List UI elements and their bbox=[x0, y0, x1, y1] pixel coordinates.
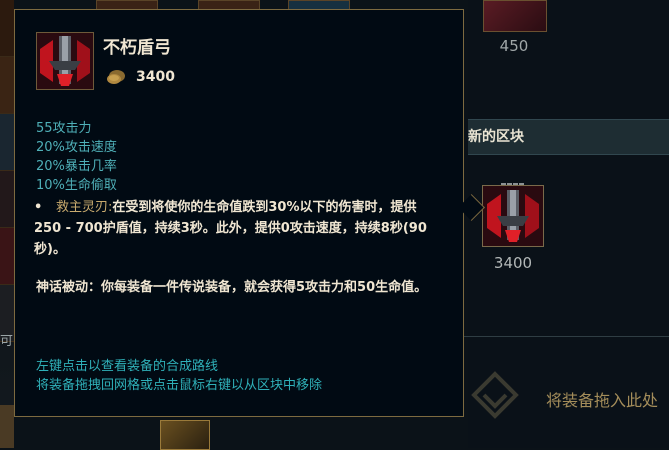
hint-line: 左键点击以查看装备的合成路线 bbox=[36, 359, 219, 374]
left-item-slot[interactable] bbox=[0, 171, 14, 228]
set-item-slot-top[interactable] bbox=[483, 0, 547, 32]
left-item-slot[interactable] bbox=[0, 114, 14, 171]
stat-line: 20%攻击速度 bbox=[36, 140, 117, 155]
left-partial-label: 可 bbox=[0, 334, 14, 349]
item-stats: 55攻击力 20%攻击速度 20%暴击几率 10%生命偷取 bbox=[36, 119, 117, 195]
item-passive: • 救主灵刃:在受到将使你的生命值跌到30%以下的伤害时，提供250 - 700护… bbox=[34, 197, 430, 260]
left-bottom-item[interactable] bbox=[0, 405, 14, 448]
mythic-passive: 神话被动：你每装备一件传说装备，就会获得5攻击力和50生命值。 bbox=[36, 280, 428, 295]
block-header-title: 新的区块 bbox=[468, 129, 524, 145]
item-name: 不朽盾弓 bbox=[103, 38, 171, 58]
stat-line: 20%暴击几率 bbox=[36, 159, 117, 174]
passive-bullet: • bbox=[34, 200, 43, 215]
item-cost: 3400 bbox=[136, 69, 175, 85]
block-item-slot[interactable] bbox=[482, 185, 544, 247]
tooltip-item-icon bbox=[36, 32, 94, 90]
top-item-row bbox=[88, 0, 468, 10]
block-item-price: 3400 bbox=[493, 254, 533, 272]
left-item-slot[interactable] bbox=[0, 228, 14, 285]
left-item-slot[interactable] bbox=[0, 57, 14, 114]
passive-name: 救主灵刃: bbox=[56, 200, 113, 215]
left-item-slot[interactable] bbox=[0, 0, 14, 57]
panel-divider bbox=[430, 336, 669, 337]
immortal-shieldbow-icon bbox=[483, 186, 543, 246]
left-item-column: 可 bbox=[0, 0, 14, 448]
immortal-shieldbow-icon bbox=[37, 33, 93, 89]
set-item-price-top: 450 bbox=[499, 37, 529, 55]
gold-coin-icon bbox=[106, 68, 126, 86]
tooltip-hints: 左键点击以查看装备的合成路线 将装备拖拽回网格或点击鼠标右键以从区块中移除 bbox=[36, 357, 322, 395]
drop-zone-icon bbox=[470, 370, 520, 420]
drop-zone-label: 将装备拖入此处 bbox=[546, 391, 659, 410]
bottom-item-slot[interactable] bbox=[160, 420, 210, 450]
stat-line: 55攻击力 bbox=[36, 121, 92, 136]
hint-line: 将装备拖拽回网格或点击鼠标右键以从区块中移除 bbox=[36, 378, 323, 393]
stat-line: 10%生命偷取 bbox=[36, 178, 117, 193]
